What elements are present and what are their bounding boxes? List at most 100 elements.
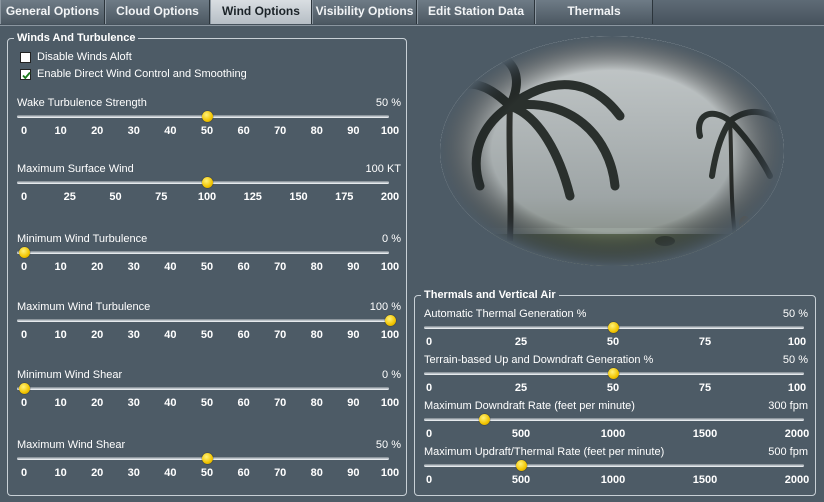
terrain-updraft-generation-value: 50 %: [782, 354, 808, 366]
maximum-wind-turbulence-track[interactable]: [17, 319, 389, 322]
minimum-wind-turbulence-tick-20: 20: [91, 261, 104, 273]
maximum-surface-wind-tick-25: 25: [63, 191, 76, 203]
maximum-downdraft-rate-thumb[interactable]: [479, 414, 491, 425]
terrain-updraft-generation-tick-75: 75: [698, 382, 712, 394]
minimum-wind-turbulence-tick-70: 70: [274, 261, 287, 273]
minimum-wind-shear-tick-60: 60: [237, 397, 250, 409]
wake-turbulence-strength-tick-80: 80: [310, 125, 323, 137]
maximum-updraft-thermal-rate-value: 500 fpm: [768, 446, 808, 458]
maximum-downdraft-rate-label: Maximum Downdraft Rate (feet per minute): [424, 400, 635, 412]
disable-winds-aloft-checkbox-row[interactable]: Disable Winds Aloft: [20, 50, 132, 64]
tab-edit-station-data[interactable]: Edit Station Data: [417, 0, 535, 24]
maximum-wind-shear-tick-100: 100: [380, 467, 400, 479]
maximum-surface-wind-tick-150: 150: [289, 191, 308, 203]
tab-bar: General Options Cloud Options Wind Optio…: [0, 0, 824, 26]
maximum-downdraft-rate-tick-500: 500: [511, 428, 531, 440]
minimum-wind-shear-tick-10: 10: [54, 397, 67, 409]
maximum-wind-turbulence-tick-100: 100: [380, 329, 400, 341]
minimum-wind-turbulence-tick-30: 30: [127, 261, 140, 273]
maximum-wind-turbulence-tick-30: 30: [127, 329, 140, 341]
maximum-updraft-thermal-rate-tick-2000: 2000: [784, 474, 810, 486]
direct-wind-control-checkbox[interactable]: [20, 68, 31, 80]
minimum-wind-turbulence-track[interactable]: [17, 251, 389, 254]
maximum-updraft-thermal-rate-tick-labels: 0 500 1000 1500 2000: [424, 474, 809, 488]
tab-thermals[interactable]: Thermals: [535, 0, 653, 24]
tab-cloud-options[interactable]: Cloud Options: [105, 0, 210, 24]
tab-wind-options[interactable]: Wind Options: [210, 0, 312, 24]
maximum-downdraft-rate-tick-2000: 2000: [784, 428, 810, 440]
maximum-wind-turbulence-tick-0: 0: [20, 329, 28, 341]
winds-group-title: Winds And Turbulence: [14, 31, 139, 45]
maximum-wind-turbulence-tick-90: 90: [347, 329, 360, 341]
minimum-wind-turbulence-tick-80: 80: [310, 261, 323, 273]
tab-visibility-options[interactable]: Visibility Options: [312, 0, 417, 24]
minimum-wind-shear-tick-80: 80: [310, 397, 323, 409]
maximum-wind-shear-tick-90: 90: [347, 467, 360, 479]
terrain-updraft-generation-tick-100: 100: [787, 382, 807, 394]
automatic-thermal-generation-label: Automatic Thermal Generation %: [424, 308, 587, 320]
maximum-surface-wind-thumb[interactable]: [202, 177, 213, 188]
maximum-wind-shear-tick-60: 60: [237, 467, 250, 479]
maximum-surface-wind-tick-100: 100: [197, 191, 217, 203]
maximum-wind-turbulence-tick-labels: 0 10 20 30 40 50 60 70 80 90 100: [17, 329, 399, 343]
maximum-wind-shear-tick-0: 0: [20, 467, 28, 479]
maximum-surface-wind-tick-200: 200: [380, 191, 400, 203]
disable-winds-aloft-checkbox[interactable]: [20, 51, 31, 63]
direct-wind-control-checkbox-row[interactable]: Enable Direct Wind Control and Smoothing: [20, 67, 247, 81]
maximum-wind-shear-slider: Maximum Wind Shear 50 % 0 10 20 30 40 50 60 70 80 9…: [17, 439, 401, 483]
minimum-wind-turbulence-tick-50: 50: [200, 261, 214, 273]
minimum-wind-shear-tick-0: 0: [20, 397, 28, 409]
maximum-updraft-thermal-rate-thumb[interactable]: [516, 460, 527, 471]
automatic-thermal-generation-tick-75: 75: [698, 336, 712, 348]
maximum-surface-wind-label: Maximum Surface Wind: [17, 163, 134, 175]
thermals-group-title: Thermals and Vertical Air: [421, 288, 559, 302]
minimum-wind-shear-track[interactable]: [17, 387, 389, 390]
minimum-wind-shear-tick-50: 50: [200, 397, 214, 409]
automatic-thermal-generation-tick-labels: 0 25 50 75 100: [424, 336, 806, 350]
maximum-downdraft-rate-value: 300 fpm: [768, 400, 808, 412]
minimum-wind-shear-value: 0 %: [382, 369, 401, 381]
maximum-wind-turbulence-tick-20: 20: [91, 329, 104, 341]
wake-turbulence-strength-tick-30: 30: [127, 125, 140, 137]
wake-turbulence-strength-tick-100: 100: [380, 125, 400, 137]
minimum-wind-turbulence-label: Minimum Wind Turbulence: [17, 233, 148, 245]
wake-turbulence-strength-thumb[interactable]: [202, 111, 213, 122]
automatic-thermal-generation-thumb[interactable]: [608, 322, 619, 333]
wake-turbulence-strength-label: Wake Turbulence Strength: [17, 97, 147, 109]
direct-wind-control-label: Enable Direct Wind Control and Smoothing: [37, 68, 247, 80]
maximum-updraft-thermal-rate-track[interactable]: [424, 464, 804, 467]
minimum-wind-shear-tick-20: 20: [91, 397, 104, 409]
minimum-wind-shear-slider: Minimum Wind Shear 0 % 0 10 20 30 40 50 60 70 80 90…: [17, 369, 401, 413]
minimum-wind-turbulence-thumb[interactable]: [19, 247, 30, 258]
minimum-wind-turbulence-tick-labels: 0 10 20 30 40 50 60 70 80 90 100: [17, 261, 399, 275]
maximum-downdraft-rate-tick-0: 0: [425, 428, 433, 440]
maximum-downdraft-rate-tick-1000: 1000: [600, 428, 626, 440]
maximum-surface-wind-tick-0: 0: [20, 191, 28, 203]
maximum-surface-wind-tick-125: 125: [243, 191, 262, 203]
maximum-surface-wind-tick-50: 50: [109, 191, 122, 203]
disable-winds-aloft-label: Disable Winds Aloft: [37, 51, 132, 63]
terrain-updraft-generation-tick-25: 25: [514, 382, 528, 394]
maximum-wind-turbulence-value: 100 %: [369, 301, 401, 313]
wake-turbulence-strength-tick-labels: 0 10 20 30 40 50 60 70 80 90 100: [17, 125, 399, 139]
minimum-wind-shear-tick-70: 70: [274, 397, 287, 409]
minimum-wind-shear-tick-90: 90: [347, 397, 360, 409]
winds-turbulence-group: Winds And Turbulence Disable Winds Aloft…: [7, 31, 407, 496]
maximum-surface-wind-tick-labels: 0 25 50 75 100 125 150 175 200: [17, 191, 399, 205]
minimum-wind-shear-tick-labels: 0 10 20 30 40 50 60 70 80 90 100: [17, 397, 399, 411]
minimum-wind-shear-thumb[interactable]: [19, 383, 30, 394]
automatic-thermal-generation-value: 50 %: [782, 308, 808, 320]
minimum-wind-shear-tick-100: 100: [380, 397, 400, 409]
maximum-updraft-thermal-rate-slider: Maximum Updraft/Thermal Rate (feet per m…: [424, 446, 809, 490]
tab-general-options[interactable]: General Options: [0, 0, 105, 24]
wake-turbulence-strength-value: 50 %: [375, 97, 401, 109]
wake-turbulence-strength-tick-50: 50: [200, 125, 214, 137]
wake-turbulence-strength-tick-60: 60: [237, 125, 250, 137]
terrain-updraft-generation-thumb[interactable]: [608, 368, 619, 379]
maximum-updraft-thermal-rate-tick-500: 500: [511, 474, 531, 486]
maximum-wind-turbulence-tick-70: 70: [274, 329, 287, 341]
maximum-wind-shear-thumb[interactable]: [202, 453, 213, 464]
minimum-wind-turbulence-tick-60: 60: [237, 261, 250, 273]
maximum-wind-turbulence-thumb[interactable]: [385, 315, 396, 326]
minimum-wind-turbulence-slider: Minimum Wind Turbulence 0 % 0 10 20 30 40 50 60 7…: [17, 233, 401, 277]
